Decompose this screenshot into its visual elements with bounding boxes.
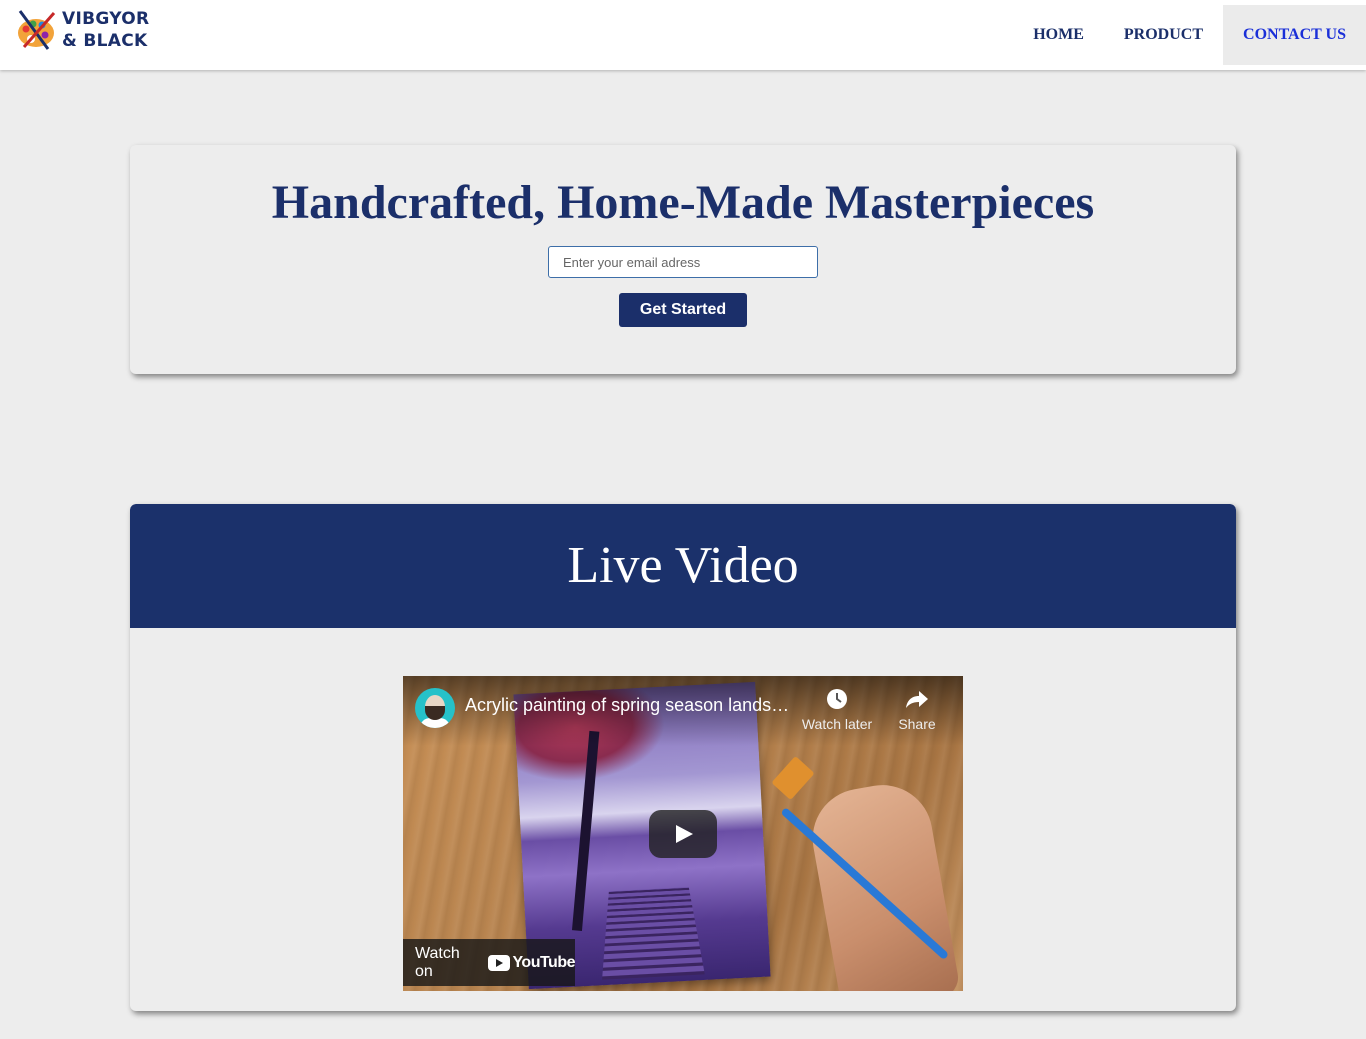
- watch-on-label: Watch on: [415, 944, 460, 980]
- share-label: Share: [898, 716, 936, 732]
- live-video-header: Live Video: [130, 504, 1236, 628]
- nav-contact-us-link[interactable]: CONTACT US: [1223, 5, 1366, 65]
- youtube-embed-player[interactable]: Acrylic painting of spring season lands……: [403, 676, 963, 991]
- play-button[interactable]: [649, 810, 717, 858]
- nav-home-link[interactable]: HOME: [1013, 5, 1104, 65]
- get-started-button[interactable]: Get Started: [619, 293, 747, 327]
- share-arrow-icon: [906, 691, 928, 708]
- watch-later-button[interactable]: Watch later: [797, 686, 877, 732]
- nav-product-link[interactable]: PRODUCT: [1104, 5, 1223, 65]
- youtube-wordmark: YouTube: [512, 953, 575, 971]
- watch-on-youtube-link[interactable]: Watch on YouTube: [403, 939, 575, 986]
- share-button[interactable]: Share: [877, 686, 957, 732]
- youtube-play-icon: [488, 954, 511, 971]
- brand-name-line1: VIBGYOR: [62, 9, 150, 29]
- hero-title: Handcrafted, Home-Made Masterpieces: [271, 176, 1095, 229]
- hero-card: Handcrafted, Home-Made Masterpieces Get …: [130, 145, 1236, 374]
- live-video-heading: Live Video: [567, 537, 799, 594]
- clock-icon: [827, 689, 847, 709]
- email-input[interactable]: [548, 246, 818, 278]
- palette-icon: [18, 10, 56, 50]
- navbar: VIBGYOR & BLACK HOME PRODUCT CONTACT US: [0, 0, 1366, 70]
- watch-later-label: Watch later: [801, 716, 873, 732]
- channel-avatar[interactable]: [415, 688, 455, 728]
- video-title-link[interactable]: Acrylic painting of spring season lands…: [465, 695, 795, 716]
- live-video-card: Live Video Acrylic painting of spring se…: [130, 504, 1236, 1011]
- brand-logo[interactable]: VIBGYOR & BLACK: [14, 6, 179, 54]
- main-nav: HOME PRODUCT CONTACT US: [1013, 5, 1366, 65]
- brand-name-line2: & BLACK: [62, 31, 148, 51]
- youtube-logo: YouTube: [488, 954, 575, 972]
